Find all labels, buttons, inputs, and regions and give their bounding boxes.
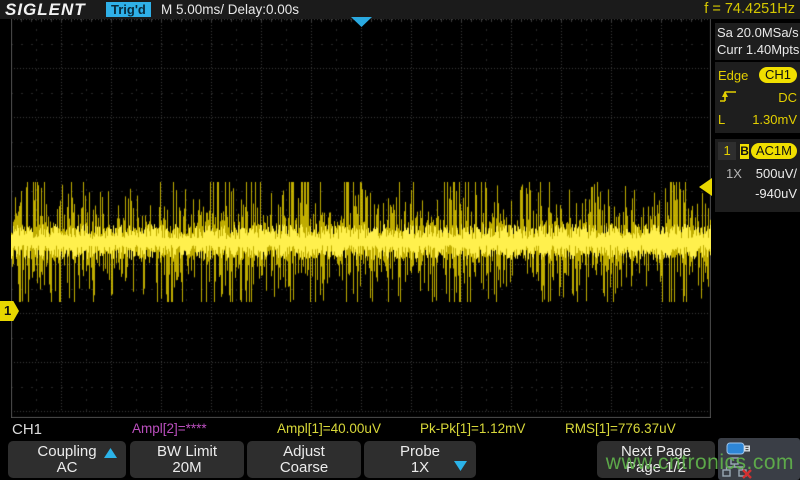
active-channel-label: CH1 xyxy=(12,421,42,438)
menu-button-coupling[interactable]: Coupling AC xyxy=(8,441,126,478)
menu-button-title: Adjust xyxy=(247,443,361,460)
measurement-rms1: RMS[1]=776.37uV xyxy=(565,421,676,436)
volts-per-div-readout: 500uV/ xyxy=(750,166,797,181)
frequency-counter: f = 74.4251Hz xyxy=(704,1,795,17)
brand-logo: SIGLENT xyxy=(5,0,86,20)
memory-depth-readout: Curr 1.40Mpts xyxy=(717,41,798,58)
menu-button-probe[interactable]: Probe 1X xyxy=(364,441,476,478)
probe-attenuation-readout: 1X xyxy=(718,166,750,181)
menu-button-title: BW Limit xyxy=(130,443,244,460)
measurement-ampl1: Ampl[1]=40.00uV xyxy=(277,421,381,436)
measurement-pkpk1: Pk-Pk[1]=1.12mV xyxy=(420,421,525,436)
trigger-mode-label: Edge xyxy=(718,68,748,83)
sample-rate-readout: Sa 20.0MSa/s xyxy=(717,24,798,41)
menu-button-adjust[interactable]: Adjust Coarse xyxy=(247,441,361,478)
trigger-level-label: L xyxy=(718,112,725,127)
waveform-display xyxy=(11,19,711,418)
acquisition-info-panel: Sa 20.0MSa/s Curr 1.40Mpts xyxy=(715,23,800,60)
trigger-source-badge: CH1 xyxy=(759,67,797,83)
trigger-level-value: 1.30mV xyxy=(752,112,797,127)
measurement-ampl2: Ampl[2]=**** xyxy=(132,421,207,436)
channel1-info-panel[interactable]: 1 B AC1M 1X 500uV/ -940uV xyxy=(715,139,800,212)
menu-button-bw-limit[interactable]: BW Limit 20M xyxy=(130,441,244,478)
timebase-delay-readout[interactable]: M 5.00ms/ Delay:0.00s xyxy=(161,2,299,17)
trigger-info-panel[interactable]: Edge CH1 DC L 1.30mV xyxy=(715,62,800,133)
channel-number-badge: 1 xyxy=(718,142,736,160)
channel-coupling-badge: AC1M xyxy=(751,143,797,159)
trigger-status-badge: Trig'd xyxy=(106,2,151,17)
top-status-bar: SIGLENT Trig'd M 5.00ms/ Delay:0.00s f =… xyxy=(0,0,800,19)
rising-edge-icon xyxy=(718,88,738,107)
measurement-bar: CH1 Ampl[2]=**** Ampl[1]=40.00uV Pk-Pk[1… xyxy=(0,420,800,439)
menu-button-title: Probe xyxy=(364,443,476,460)
menu-button-value: AC xyxy=(8,460,126,476)
oscilloscope-screen: SIGLENT Trig'd M 5.00ms/ Delay:0.00s f =… xyxy=(0,0,800,480)
watermark-text: www.cntronics.com xyxy=(606,451,794,475)
menu-button-value: 20M xyxy=(130,460,244,476)
bandwidth-limit-badge: B xyxy=(740,144,749,159)
menu-button-value: Coarse xyxy=(247,460,361,476)
channel-offset-readout: -940uV xyxy=(718,185,797,203)
trigger-coupling-label: DC xyxy=(778,90,797,105)
